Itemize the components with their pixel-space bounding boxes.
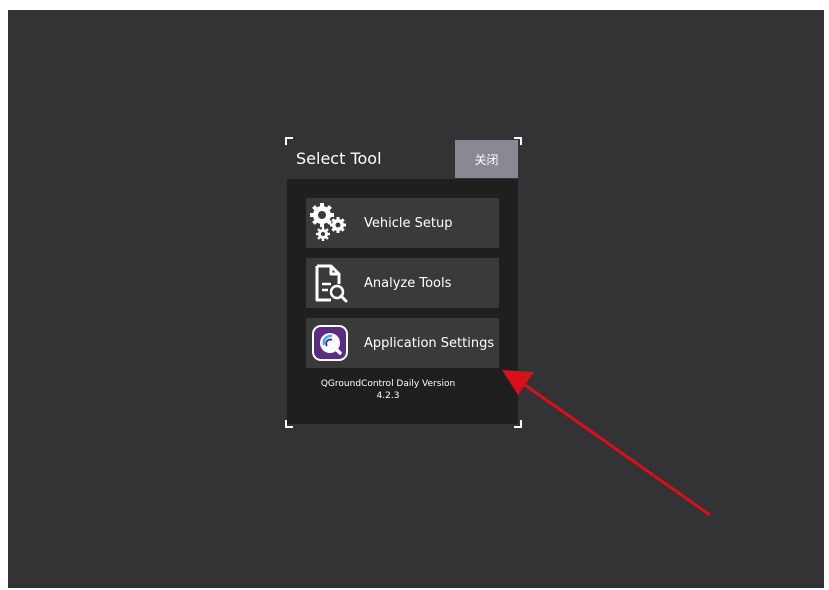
close-button[interactable]: 关闭	[455, 140, 518, 178]
version-title: QGroundControl Daily Version	[320, 379, 456, 389]
application-settings-button[interactable]: Application Settings	[306, 318, 499, 368]
qgc-logo-icon	[306, 318, 354, 368]
application-settings-label: Application Settings	[364, 335, 495, 351]
version-number: 4.2.3	[376, 391, 400, 401]
corner-mark-bottom-right	[514, 420, 522, 428]
gears-icon	[306, 198, 354, 248]
analyze-tools-label: Analyze Tools	[364, 275, 452, 291]
corner-mark-top-right	[514, 137, 522, 145]
vehicle-setup-label: Vehicle Setup	[364, 215, 453, 231]
corner-mark-top-left	[285, 137, 293, 145]
vehicle-setup-button[interactable]: Vehicle Setup	[306, 198, 499, 248]
analyze-tools-button[interactable]: Analyze Tools	[306, 258, 499, 308]
version-info: QGroundControl Daily Version 4.2.3	[288, 378, 488, 402]
document-magnifier-icon	[306, 258, 354, 308]
corner-mark-bottom-left	[285, 420, 293, 428]
dialog-title: Select Tool	[296, 149, 382, 168]
